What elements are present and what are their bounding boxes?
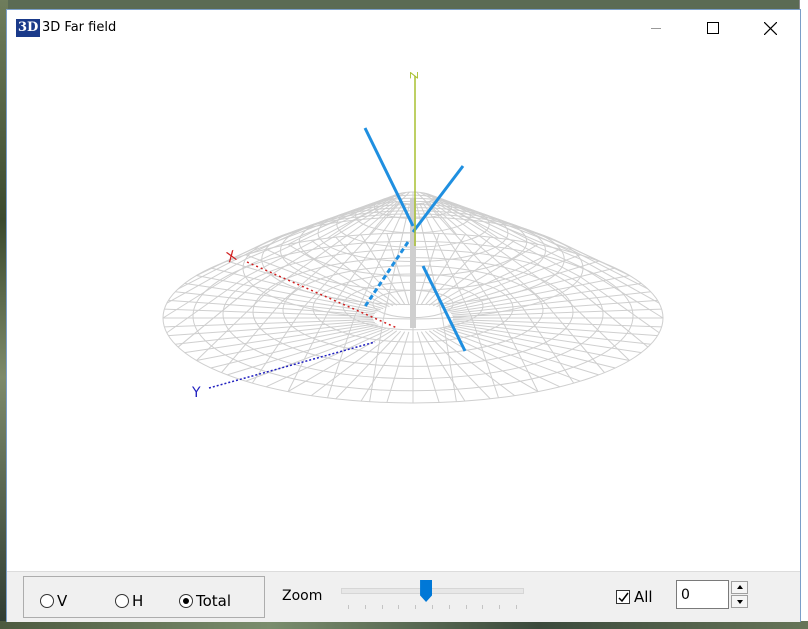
mesh-meridian: [560, 242, 630, 276]
mesh-meridian: [430, 194, 561, 243]
radio-v-label: V: [57, 592, 68, 610]
radio-total[interactable]: Total: [179, 591, 231, 611]
mesh-spoke: [210, 267, 381, 311]
index-input[interactable]: [676, 580, 729, 609]
index-spin-down-button[interactable]: [731, 595, 748, 608]
radio-v[interactable]: V: [40, 591, 67, 611]
mesh-spoke: [210, 325, 381, 369]
zoom-slider-tick: [482, 605, 484, 609]
zoom-slider-tick: [415, 605, 417, 609]
mesh-spoke: [445, 267, 616, 311]
x-axis-label: X: [224, 248, 239, 266]
zoom-slider-tick: [465, 605, 467, 609]
window-title: 3D Far field: [42, 20, 117, 35]
mesh-meridian: [303, 202, 401, 308]
beam-line: [411, 165, 465, 233]
control-bar: V H Total Zoom All: [7, 571, 800, 622]
zoom-slider-thumb[interactable]: [420, 580, 433, 602]
radio-h[interactable]: H: [115, 591, 143, 611]
radio-h-indicator[interactable]: [115, 594, 129, 608]
polarization-group: V H Total: [23, 576, 265, 618]
maximize-button[interactable]: [690, 10, 736, 46]
all-checkbox[interactable]: [616, 590, 630, 604]
zoom-slider-tick: [448, 605, 450, 609]
radio-total-indicator[interactable]: [179, 594, 193, 608]
mesh-meridian: [166, 258, 246, 304]
zoom-slider-tick: [516, 605, 517, 609]
all-checkbox-label: All: [634, 588, 653, 606]
desktop-background-bottom: [0, 621, 808, 629]
mesh-meridian: [580, 258, 660, 304]
zoom-slider-tick: [432, 605, 433, 609]
zoom-slider-track[interactable]: [341, 588, 524, 594]
minimize-button[interactable]: [633, 10, 679, 46]
app-3d-icon: 3D: [16, 19, 41, 37]
mesh-meridian: [425, 202, 523, 308]
zoom-slider-tick: [381, 605, 383, 609]
close-button[interactable]: [747, 10, 793, 46]
zoom-slider-tick: [364, 605, 366, 609]
y-axis-label: Y: [191, 385, 201, 401]
z-axis-label: Z: [408, 71, 421, 79]
zoom-slider-tick: [499, 605, 501, 609]
far-field-plot[interactable]: X Y Z: [7, 46, 800, 571]
title-bar[interactable]: 3D 3D Far field: [7, 10, 800, 46]
far-field-window: 3D 3D Far field X Y Z V H Total Zoom All…: [6, 9, 801, 622]
checkmark-icon: [618, 592, 629, 603]
index-spin-up-button[interactable]: [731, 581, 748, 594]
radio-total-label: Total: [196, 592, 232, 610]
zoom-label: Zoom: [282, 588, 323, 604]
zoom-slider-tick: [398, 605, 400, 609]
radio-v-indicator[interactable]: [40, 594, 54, 608]
3d-far-field-viewport[interactable]: X Y Z: [7, 46, 800, 571]
close-icon: [764, 22, 777, 35]
zoom-slider-tick: [348, 605, 349, 609]
radio-h-label: H: [132, 592, 144, 610]
mesh-spoke: [445, 325, 616, 369]
